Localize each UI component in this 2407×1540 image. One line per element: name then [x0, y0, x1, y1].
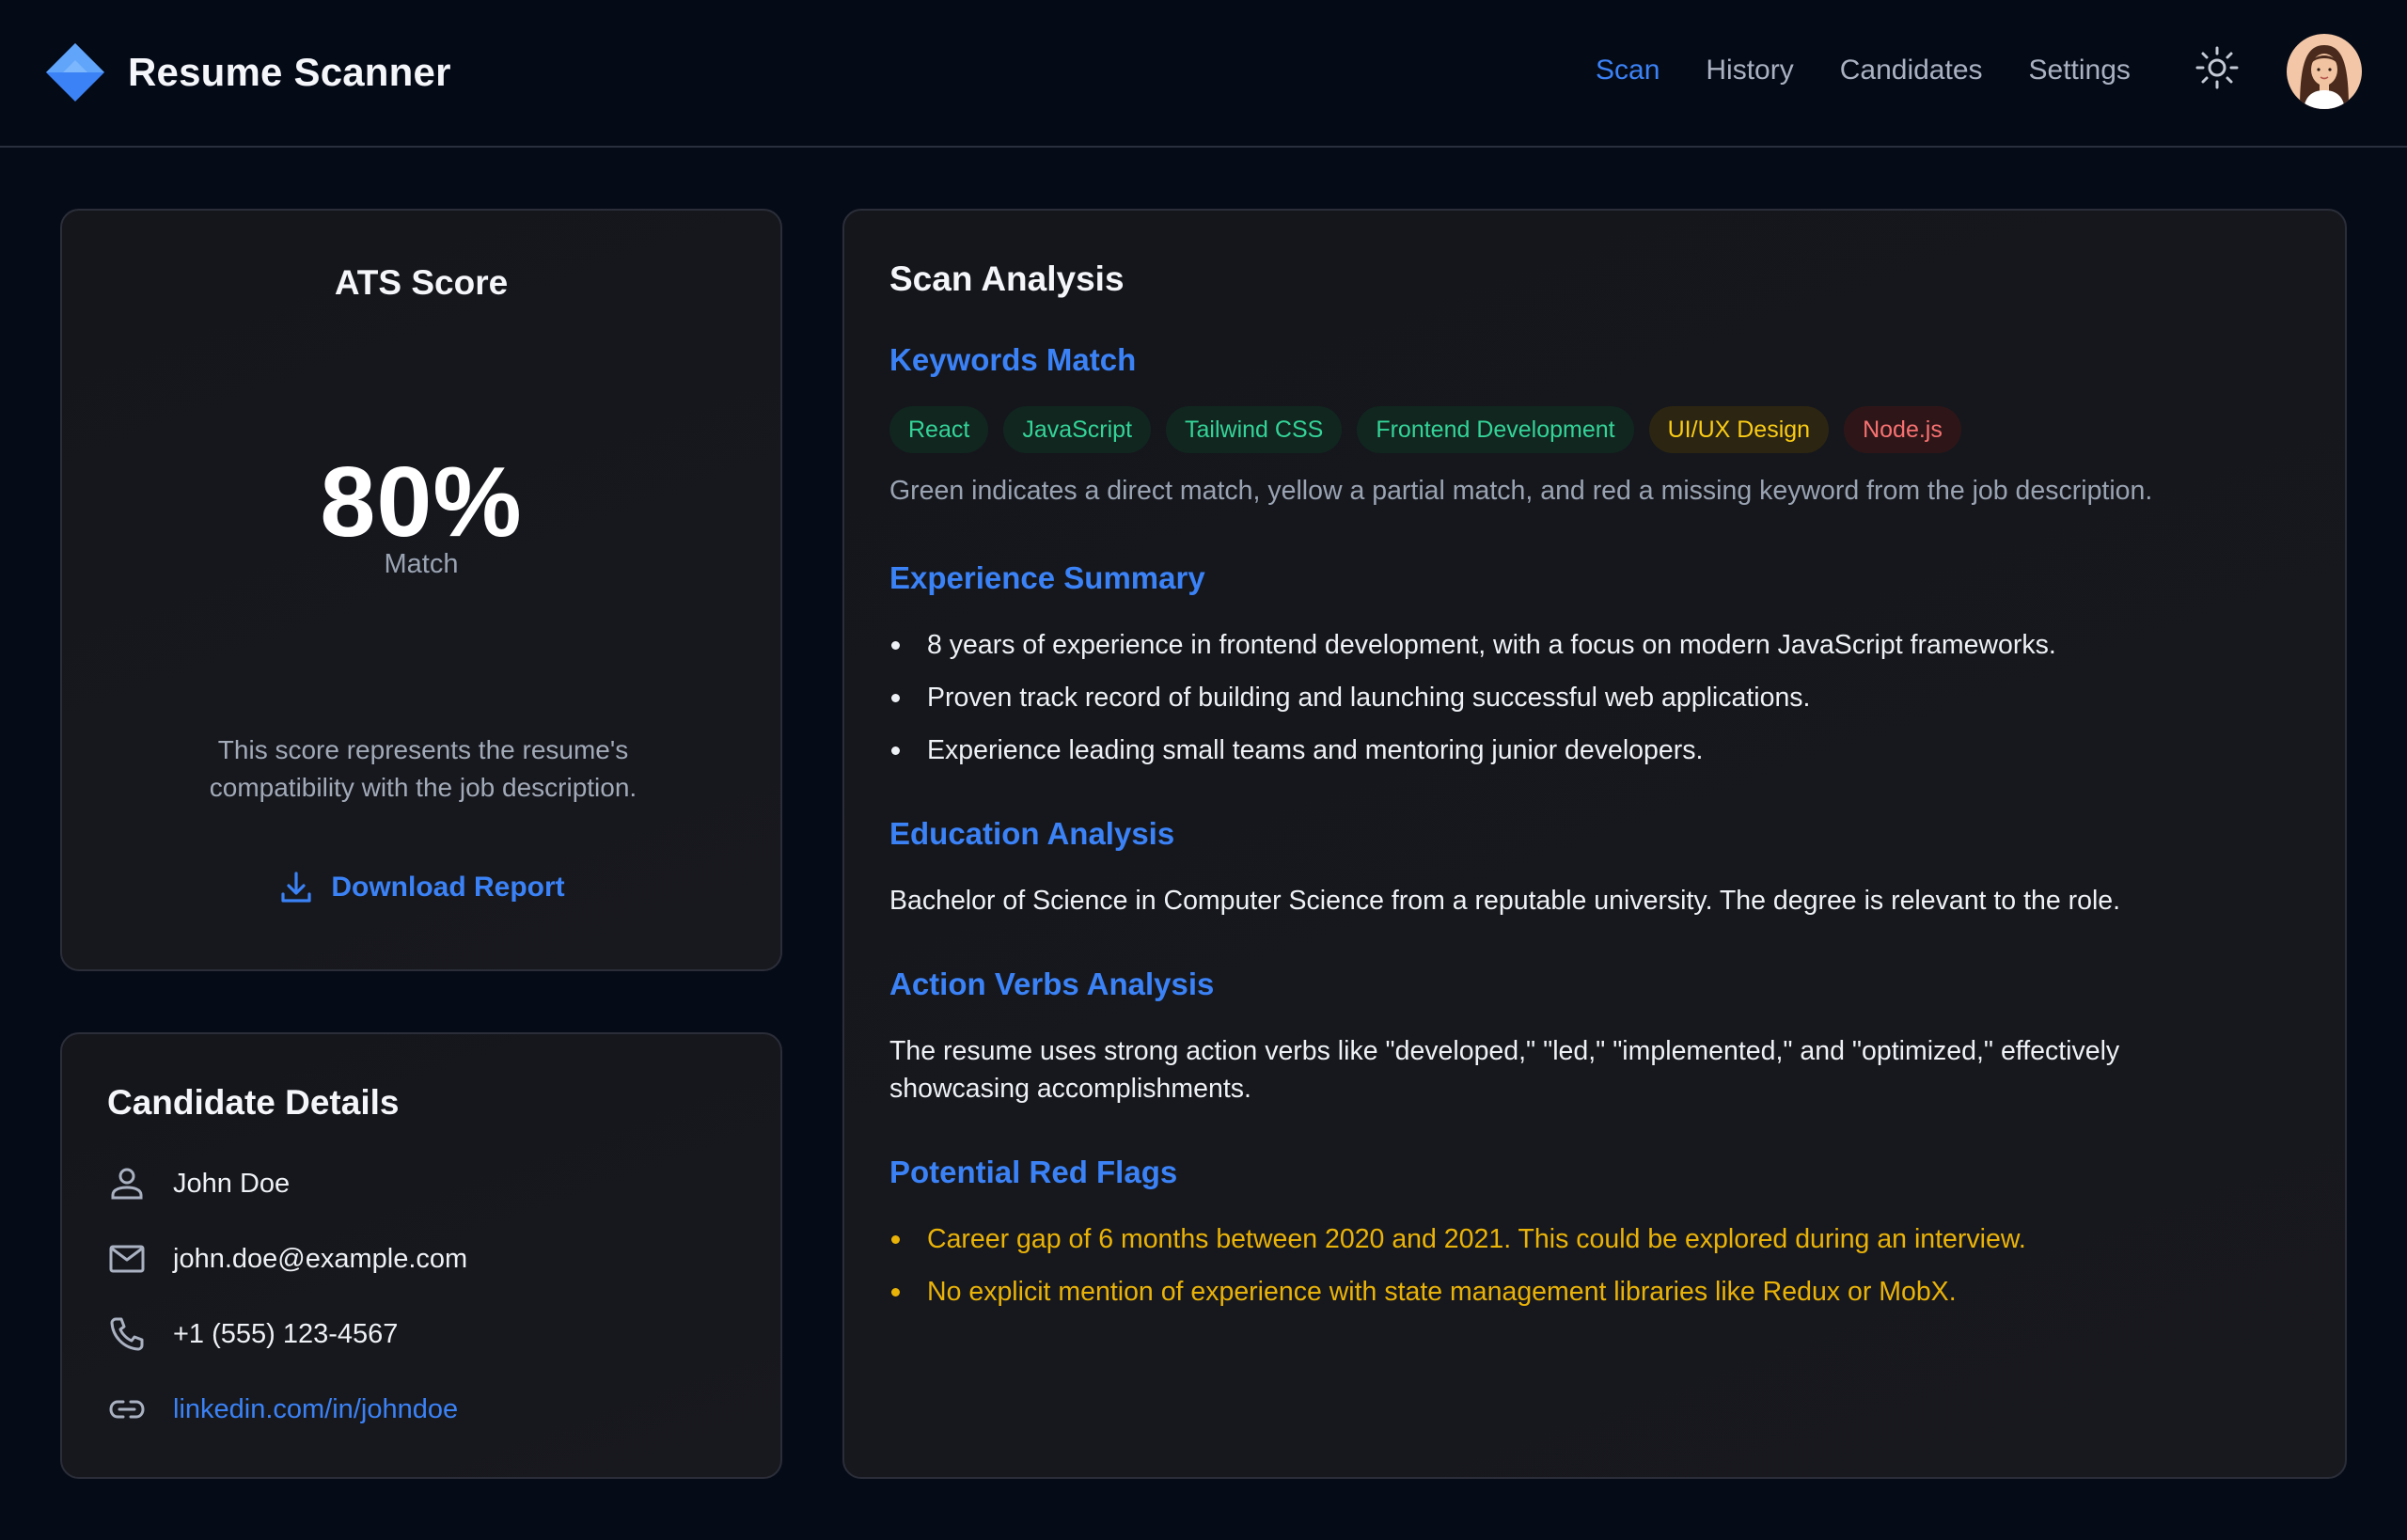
avatar-image — [2287, 34, 2362, 109]
experience-summary-heading: Experience Summary — [889, 560, 1205, 595]
keyword-tags: React JavaScript Tailwind CSS Frontend D… — [889, 406, 1976, 453]
nav-history[interactable]: History — [1706, 55, 1793, 86]
ats-score-card: ATS Score 80% Match This score represent… — [60, 209, 782, 971]
action-verbs-heading: Action Verbs Analysis — [889, 966, 1215, 1001]
link-icon — [109, 1400, 145, 1419]
candidate-email[interactable]: john.doe@example.com — [173, 1244, 467, 1275]
list-item: No explicit mention of experience with s… — [889, 1273, 2026, 1326]
keyword-tag: React — [889, 406, 989, 453]
list-item: Career gap of 6 months between 2020 and … — [889, 1220, 2026, 1273]
candidate-details-card: Candidate Details John Doe john.doe@exam… — [60, 1032, 782, 1479]
keywords-match-heading: Keywords Match — [889, 342, 1137, 377]
score-value: 80% — [320, 447, 523, 558]
candidate-linkedin-link[interactable]: linkedin.com/in/johndoe — [173, 1394, 458, 1425]
keyword-tag: UI/UX Design — [1648, 406, 1830, 453]
keyword-tag: JavaScript — [1003, 406, 1152, 453]
sun-icon — [2195, 46, 2239, 89]
keyword-tag: Frontend Development — [1357, 406, 1634, 453]
app-title: Resume Scanner — [128, 50, 451, 94]
scan-analysis-title: Scan Analysis — [889, 259, 1125, 298]
scan-analysis-card: Scan Analysis Keywords Match React JavaS… — [842, 209, 2347, 1479]
candidate-email-row: john.doe@example.com — [107, 1239, 467, 1279]
person-icon — [111, 1168, 143, 1200]
nav-scan[interactable]: Scan — [1596, 55, 1660, 86]
action-verbs-text: The resume uses strong action verbs like… — [889, 1036, 2120, 1104]
top-navigation-bar: Resume Scanner Scan History Candidates S… — [0, 0, 2407, 148]
nav-settings[interactable]: Settings — [2029, 55, 2131, 86]
nav-candidates[interactable]: Candidates — [1840, 55, 1983, 86]
brand[interactable]: Resume Scanner — [44, 41, 451, 103]
keyword-tag: Tailwind CSS — [1166, 406, 1343, 453]
keywords-legend-note: Green indicates a direct match, yellow a… — [889, 476, 2153, 506]
download-report-button[interactable]: Download Report — [62, 869, 780, 906]
candidate-linkedin-row: linkedin.com/in/johndoe — [107, 1390, 458, 1429]
theme-toggle-button[interactable] — [2194, 44, 2241, 91]
education-analysis-heading: Education Analysis — [889, 816, 1175, 851]
mail-icon — [109, 1245, 145, 1273]
candidate-name-row: John Doe — [107, 1164, 290, 1203]
candidate-phone-row: +1 (555) 123-4567 — [107, 1314, 398, 1354]
education-analysis-text: Bachelor of Science in Computer Science … — [889, 886, 2121, 916]
score-subtitle: Match — [384, 549, 459, 579]
candidate-phone[interactable]: +1 (555) 123-4567 — [173, 1319, 398, 1350]
list-item: 8 years of experience in frontend develo… — [889, 626, 2056, 679]
user-avatar[interactable] — [2287, 34, 2362, 109]
list-item: Experience leading small teams and mento… — [889, 731, 2056, 784]
experience-list: 8 years of experience in frontend develo… — [889, 626, 2056, 784]
list-item: Proven track record of building and laun… — [889, 679, 2056, 731]
keyword-tag: Node.js — [1844, 406, 1961, 453]
download-report-label: Download Report — [331, 872, 565, 903]
red-flags-heading: Potential Red Flags — [889, 1155, 1178, 1189]
diamond-logo-icon — [46, 43, 104, 102]
score-card-title: ATS Score — [334, 263, 509, 302]
download-icon — [281, 872, 311, 903]
candidate-details-title: Candidate Details — [107, 1083, 400, 1122]
phone-icon — [110, 1317, 144, 1351]
red-flags-list: Career gap of 6 months between 2020 and … — [889, 1220, 2026, 1326]
score-description: This score represents the resume's compa… — [209, 735, 637, 802]
main-nav: Scan History Candidates Settings — [1596, 55, 2177, 86]
candidate-name: John Doe — [173, 1168, 291, 1199]
